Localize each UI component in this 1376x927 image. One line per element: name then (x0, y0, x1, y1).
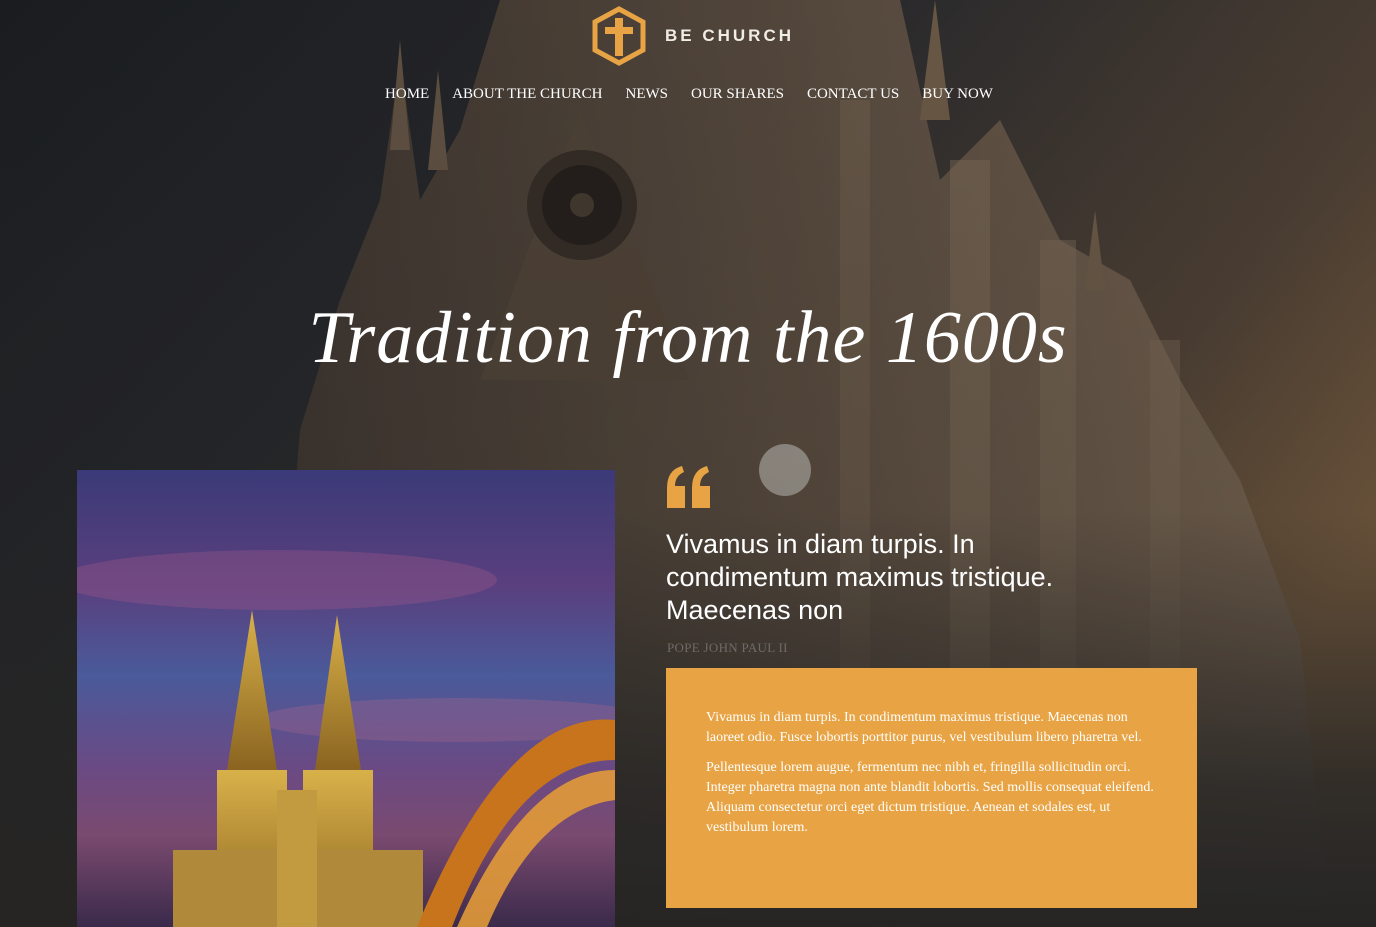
main-nav: HOME ABOUT THE CHURCH NEWS OUR SHARES CO… (0, 86, 1376, 103)
brand-name: BE CHURCH (665, 26, 794, 45)
info-card: Vivamus in diam turpis. In condimentum m… (666, 668, 1197, 908)
card-paragraph: Pellentesque lorem augue, fermentum nec … (706, 760, 1154, 835)
hero-title: Tradition from the 1600s (308, 297, 1068, 379)
nav-item-about-the-church[interactable]: ABOUT THE CHURCH (452, 86, 602, 103)
card-paragraph: Vivamus in diam turpis. In condimentum m… (706, 710, 1142, 745)
site-header: BE CHURCH HOME ABOUT THE CHURCH NEWS OUR… (0, 0, 1376, 120)
quote-icon (667, 466, 710, 508)
nav-item-news[interactable]: NEWS (626, 86, 669, 103)
quote-text: Vivamus in diam turpis. In condimentum m… (666, 529, 1054, 625)
nav-item-our-shares[interactable]: OUR SHARES (691, 86, 784, 103)
quote-author: POPE JOHN PAUL II (667, 640, 788, 655)
nav-item-contact-us[interactable]: CONTACT US (807, 86, 899, 103)
logo[interactable]: BE CHURCH (591, 6, 794, 66)
nav-item-home[interactable]: HOME (385, 86, 429, 103)
page: BE CHURCH HOME ABOUT THE CHURCH NEWS OUR… (0, 0, 1376, 927)
cathedral-photo (77, 470, 615, 927)
nav-item-buy-now[interactable]: BUY NOW (922, 86, 993, 103)
cross-hexagon-icon (592, 6, 646, 66)
